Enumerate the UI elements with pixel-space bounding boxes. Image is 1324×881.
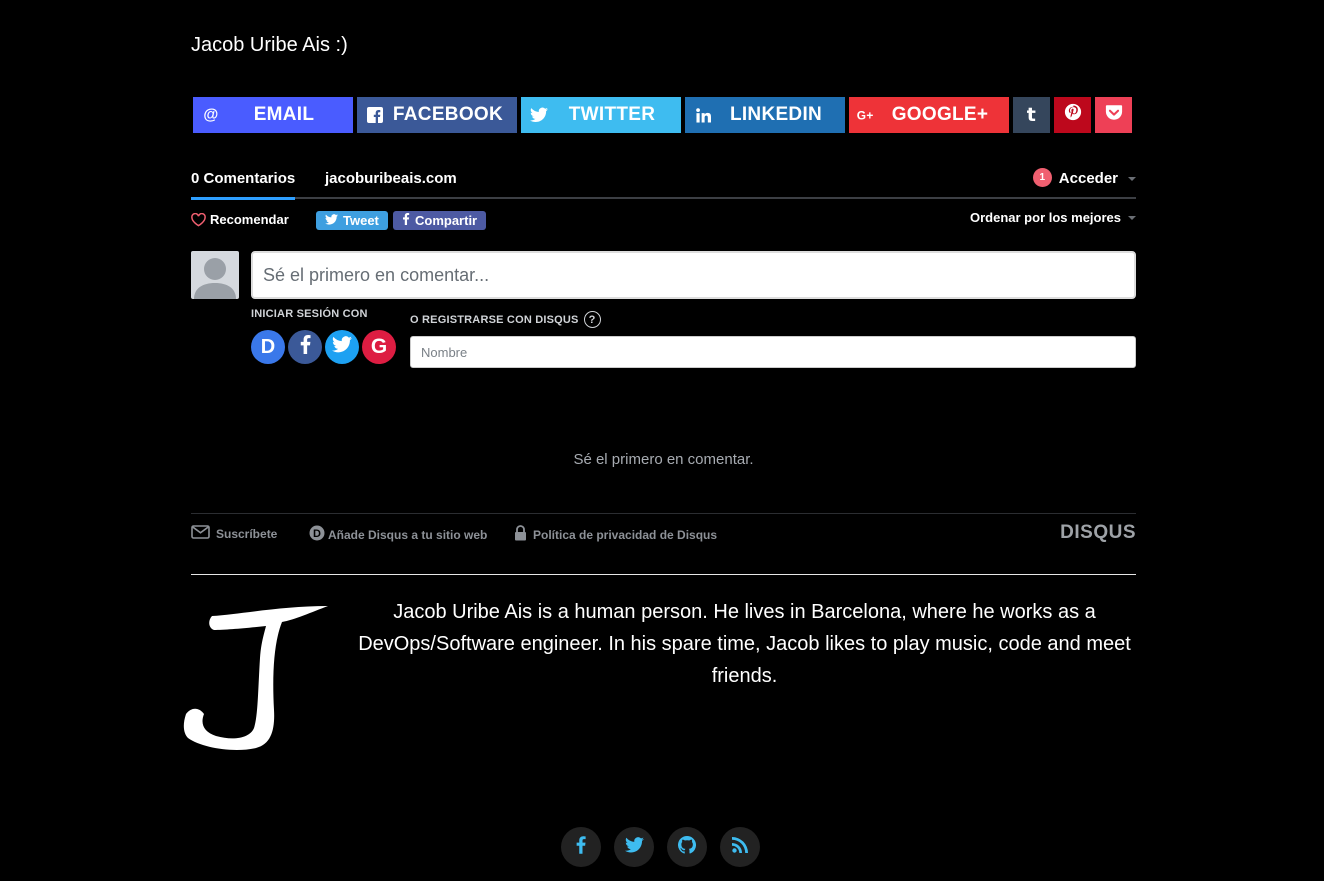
author-name: Jacob Uribe Ais :) xyxy=(191,34,348,56)
login-menu[interactable]: 1 Acceder xyxy=(1032,168,1136,188)
tweet-button[interactable]: Tweet xyxy=(316,211,388,230)
subscribe-label: Suscríbete xyxy=(216,526,278,541)
share-google-label: GOOGLE+ xyxy=(891,104,989,125)
chevron-down-icon xyxy=(1128,215,1136,220)
divider xyxy=(191,574,1136,575)
heart-icon xyxy=(191,212,210,227)
share-twitter-button[interactable]: TWITTER xyxy=(521,97,681,133)
sort-menu[interactable]: Ordenar por los mejores xyxy=(970,210,1136,225)
subscribe-link[interactable]: Suscríbete xyxy=(191,525,277,542)
disqus-logo[interactable]: DISQUS xyxy=(1060,522,1136,544)
disqus-actions: Recomendar Tweet Compartir Ordenar por l… xyxy=(191,210,1136,232)
tab-comments[interactable]: 0 Comentarios xyxy=(191,170,296,200)
share-linkedin-button[interactable]: LINKEDIN xyxy=(685,97,845,133)
recommend-label: Recomendar xyxy=(210,212,289,227)
comment-input[interactable]: Sé el primero en comentar... xyxy=(251,251,1136,299)
share-tumblr-button[interactable]: t xyxy=(1013,97,1050,133)
share-facebook-label: FACEBOOK xyxy=(392,104,503,125)
privacy-link[interactable]: Política de privacidad de Disqus xyxy=(514,525,717,544)
github-icon xyxy=(677,835,697,859)
twitter-icon xyxy=(325,213,338,228)
share-bar: @ EMAIL FACEBOOK TWITTER LINKEDIN G+ GOO… xyxy=(193,97,1132,133)
register-label: O REGISTRARSE CON DISQUS ? xyxy=(410,311,601,328)
lock-icon xyxy=(514,525,527,544)
privacy-label: Política de privacidad de Disqus xyxy=(533,527,718,542)
name-field[interactable] xyxy=(410,336,1136,368)
share-email-button[interactable]: @ EMAIL xyxy=(193,97,353,133)
envelope-icon xyxy=(191,525,210,542)
pocket-icon xyxy=(1105,104,1123,127)
disqus-icon: D xyxy=(309,525,325,544)
at-icon: @ xyxy=(193,106,229,124)
facebook-square-icon xyxy=(357,107,393,123)
avatar xyxy=(191,251,239,299)
register-text: O REGISTRARSE CON DISQUS xyxy=(410,313,579,326)
share-label: Compartir xyxy=(415,213,478,228)
signin-label: INICIAR SESIÓN CON xyxy=(251,308,368,320)
empty-comments-message: Sé el primero en comentar. xyxy=(573,451,754,468)
svg-text:G+: G+ xyxy=(857,109,874,123)
share-facebook-pill[interactable]: Compartir xyxy=(393,211,487,230)
sort-label: Ordenar por los mejores xyxy=(970,210,1121,225)
logo xyxy=(182,598,332,758)
notification-badge: 1 xyxy=(1032,168,1052,187)
facebook-login-button[interactable] xyxy=(288,330,322,364)
disqus-nav: 0 Comentarios jacoburibeais.com 1 Accede… xyxy=(191,160,1136,200)
footer-twitter-link[interactable] xyxy=(614,827,654,867)
twitter-icon xyxy=(624,836,644,858)
author-bio: Jacob Uribe Ais is a human person. He li… xyxy=(358,601,1131,687)
google-icon: G xyxy=(370,335,388,358)
tab-site[interactable]: jacoburibeais.com xyxy=(325,170,457,187)
add-disqus-label: Añade Disqus a tu sitio web xyxy=(328,527,488,542)
login-label: Acceder xyxy=(1058,170,1118,187)
social-logins: D G xyxy=(251,330,396,364)
share-pinterest-button[interactable] xyxy=(1054,97,1091,133)
add-disqus-link[interactable]: D Añade Disqus a tu sitio web xyxy=(309,525,487,544)
help-icon[interactable]: ? xyxy=(583,311,601,328)
svg-text:D: D xyxy=(313,528,321,540)
disqus-icon: D xyxy=(260,335,276,358)
share-pocket-button[interactable] xyxy=(1095,97,1132,133)
tweet-label: Tweet xyxy=(343,213,379,228)
share-twitter-label: TWITTER xyxy=(568,104,656,125)
footer-facebook-link[interactable] xyxy=(561,827,601,867)
disqus-login-button[interactable]: D xyxy=(251,330,285,364)
twitter-login-button[interactable] xyxy=(325,330,359,364)
twitter-icon xyxy=(332,336,352,358)
disqus-footer: Suscríbete D Añade Disqus a tu sitio web… xyxy=(191,513,1136,550)
share-linkedin-label: LINKEDIN xyxy=(729,104,823,125)
tumblr-icon: t xyxy=(1026,104,1037,126)
recommend-button[interactable]: Recomendar xyxy=(191,212,289,227)
google-plus-icon: G+ xyxy=(849,107,885,123)
google-login-button[interactable]: G xyxy=(362,330,396,364)
share-facebook-button[interactable]: FACEBOOK xyxy=(357,97,517,133)
facebook-icon xyxy=(402,213,410,228)
twitter-icon xyxy=(521,107,557,123)
linkedin-icon xyxy=(685,107,721,123)
rss-icon xyxy=(732,836,748,858)
footer-rss-link[interactable] xyxy=(720,827,760,867)
footer-social-links xyxy=(561,827,760,867)
share-email-label: EMAIL xyxy=(253,104,315,125)
facebook-icon xyxy=(576,835,586,859)
share-google-button[interactable]: G+ GOOGLE+ xyxy=(849,97,1009,133)
facebook-icon xyxy=(300,335,311,359)
chevron-down-icon xyxy=(1128,176,1136,181)
footer-github-link[interactable] xyxy=(667,827,707,867)
pinterest-icon xyxy=(1064,103,1082,127)
svg-text:@: @ xyxy=(203,107,218,124)
